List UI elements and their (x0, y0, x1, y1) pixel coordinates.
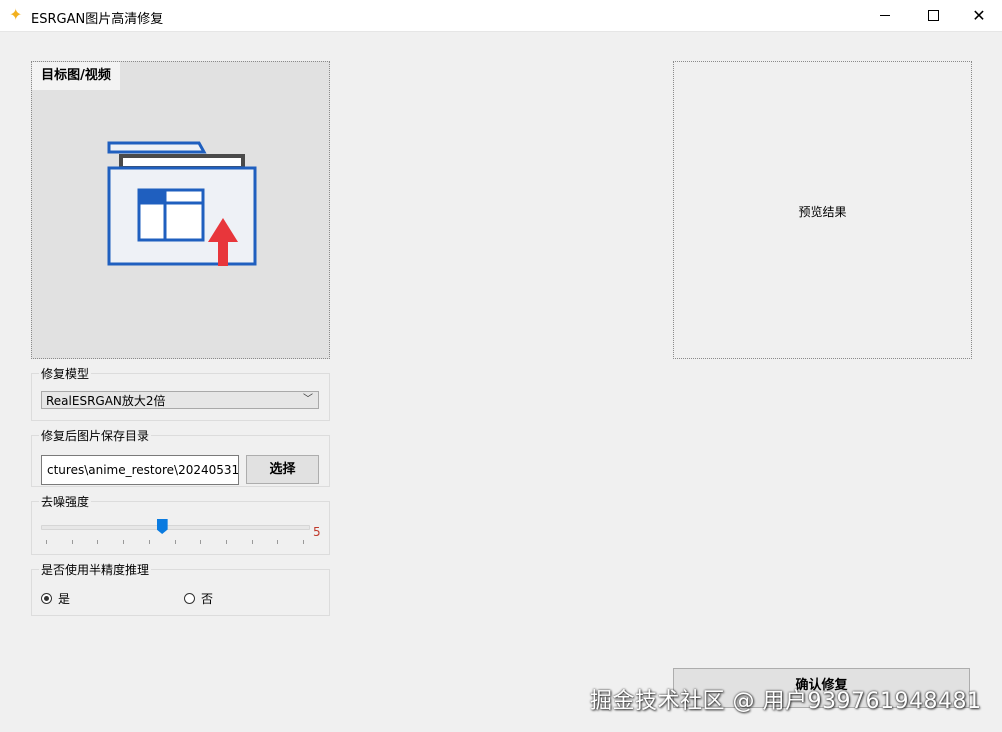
minimize-button[interactable] (862, 0, 908, 31)
slider-tick (123, 540, 125, 544)
half-precision-group: 是否使用半精度推理 是 否 (31, 562, 330, 616)
slider-tick (71, 540, 73, 544)
slider-tick (225, 540, 227, 544)
radio-yes-label: 是 (58, 592, 71, 606)
denoise-slider-track[interactable] (41, 525, 310, 530)
radio-yes[interactable]: 是 (41, 590, 70, 607)
save-dir-group-title: 修复后图片保存目录 (39, 428, 152, 444)
save-dir-group: 修复后图片保存目录 ctures\anime_restore\20240531 … (31, 428, 330, 487)
title-bar: ✦ ESRGAN图片高清修复 ✕ (0, 0, 1002, 32)
close-button[interactable]: ✕ (956, 0, 1002, 31)
window-title: ESRGAN图片高清修复 (31, 12, 164, 27)
preview-area: 预览结果 (673, 61, 972, 359)
radio-no-label: 否 (201, 592, 214, 606)
denoise-value: 5 (313, 525, 321, 539)
slider-tick (251, 540, 253, 544)
model-group-title: 修复模型 (39, 366, 92, 382)
denoise-group-title: 去噪强度 (39, 494, 92, 510)
model-group: 修复模型 RealESRGAN放大2倍 ﹀ (31, 366, 330, 421)
radio-yes-dot (41, 593, 52, 604)
radio-no[interactable]: 否 (184, 590, 213, 607)
slider-tick (277, 540, 279, 544)
denoise-group: 去噪强度 5 (31, 494, 330, 555)
save-path-input[interactable]: ctures\anime_restore\20240531 (41, 455, 239, 485)
close-icon: ✕ (972, 5, 986, 25)
sparkle-icon: ✦ (9, 5, 23, 24)
half-precision-group-title: 是否使用半精度推理 (39, 562, 152, 578)
slider-tick (46, 540, 47, 544)
slider-tick (200, 540, 202, 544)
slider-tick (303, 540, 304, 544)
target-label: 目标图/视频 (32, 62, 120, 90)
radio-no-dot (184, 593, 195, 604)
slider-tick (97, 540, 99, 544)
watermark: 掘金技术社区 @ 用户939761948481 (590, 689, 982, 714)
denoise-slider-thumb[interactable] (156, 519, 168, 534)
chevron-down-icon: ﹀ (303, 394, 313, 405)
choose-dir-button[interactable]: 选择 (246, 455, 319, 484)
minimize-icon (880, 15, 890, 16)
maximize-icon (927, 10, 939, 21)
slider-tick (174, 540, 176, 544)
model-select-value: RealESRGAN放大2倍 (46, 394, 166, 408)
folder-upload-icon (107, 141, 257, 266)
preview-label: 预览结果 (798, 205, 847, 219)
model-select[interactable]: RealESRGAN放大2倍 ﹀ (41, 391, 319, 409)
target-drop-zone[interactable]: 目标图/视频 (31, 61, 330, 359)
slider-tick (148, 540, 150, 544)
maximize-button[interactable] (910, 0, 956, 31)
